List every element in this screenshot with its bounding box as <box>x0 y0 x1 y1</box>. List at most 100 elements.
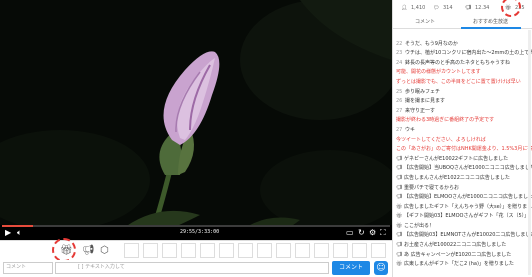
comment-row[interactable]: この「あさがお」のご寄付はNHK開運金より、1.5%3月に寄付 <box>393 145 532 155</box>
fullscreen-icon[interactable]: ⛶ <box>380 228 386 238</box>
comment-row[interactable]: 🎁︎ 広告しましたギフト「えんちゃう野（大se）」を贈りました <box>393 203 532 213</box>
comment-text: お土産さんがE100022ニコニコ広告しました <box>404 242 507 249</box>
comment-text: 可能、開花の様態がカウントしてます <box>396 69 481 76</box>
comment-row[interactable]: 26 撮を撮まに見ます <box>393 97 532 107</box>
comment-number: 25 <box>396 88 403 95</box>
comment-text: ウチは、植が10コンクリに宿内出た～2mmの土の上で育て <box>405 50 532 57</box>
megaphone-icon[interactable]: 📢︎ <box>82 245 95 257</box>
megaphone-icon: 📢︎ <box>396 232 403 239</box>
item-slot[interactable] <box>181 243 196 258</box>
comment-text: ゲネピーさんがE10022ギフトに広告しました <box>404 155 509 162</box>
comment-text: 来守り正一す <box>405 107 436 114</box>
gift-icon: 🎁︎ <box>396 213 403 220</box>
reload-icon[interactable]: ↻ <box>358 228 365 238</box>
comment-row[interactable]: 22 そうだ、もう9月なのか <box>393 40 532 50</box>
comment-row[interactable]: 27 ウキ <box>393 126 532 136</box>
item-slot[interactable] <box>200 243 215 258</box>
comment-text: ずっとは撮影でも、この半目をどこに置て置けけば早い <box>396 78 521 85</box>
comment-row[interactable]: 今ツイートしてください、よろしければ <box>393 136 532 146</box>
comment-text: そうだ、もう9月なのか <box>405 40 458 47</box>
item-slot[interactable] <box>314 243 329 258</box>
comment-row[interactable]: 📢︎ 【広告開始03】ELMNOTさんがE10020二コ広告しました <box>393 231 532 241</box>
megaphone-icon: 📢︎ <box>396 155 403 162</box>
comment-text: 今ツイートしてください、よろしければ <box>396 136 486 143</box>
comment-number: 22 <box>396 40 403 47</box>
item-slot[interactable] <box>162 243 177 258</box>
item-slot[interactable] <box>219 243 234 258</box>
video-player[interactable]: ▶ 🔈︎ 29:55/3:33:00 ▭ ↻ ⚙ ⛶ <box>0 0 392 240</box>
comment-input[interactable]: [ ] テキスト入力して <box>55 262 329 274</box>
comment-row[interactable]: 📢︎ ゲネピーさんがE10022ギフトに広告しました <box>393 155 532 165</box>
gift-icon: 🎁︎ <box>396 222 403 229</box>
comment-row[interactable]: 23 ウチは、植が10コンクリに宿内出た～2mmの土の上で育て <box>393 49 532 59</box>
comment-row[interactable]: 25 歩り眠みフェチ <box>393 88 532 98</box>
tab-recommended[interactable]: おすすめ生放送 <box>473 18 508 25</box>
comment-number: 26 <box>396 98 403 105</box>
item-slot[interactable] <box>238 243 253 258</box>
comment-toggle-icon[interactable]: ▭ <box>346 228 354 238</box>
app-window: ▶ 🔈︎ 29:55/3:33:00 ▭ ↻ ⚙ ⛶ 🎁︎ 📢︎ ⬡ コメント … <box>0 0 532 277</box>
comment-row[interactable]: 可能、開花の様態がカウントしてます <box>393 68 532 78</box>
gift-icon: 🎁︎ <box>396 203 403 210</box>
comment-row[interactable]: ずっとは撮影でも、この半目をどこに置て置けけば早い <box>393 78 532 88</box>
item-slot[interactable] <box>276 243 291 258</box>
video-frame-flower <box>0 0 392 240</box>
comment-row[interactable] <box>393 30 532 40</box>
item-slot[interactable] <box>143 243 158 258</box>
item-slot[interactable] <box>352 243 367 258</box>
item-slot[interactable] <box>257 243 272 258</box>
comment-number: 27 <box>396 126 403 133</box>
megaphone-icon: 📢︎ <box>396 194 403 201</box>
comment-row[interactable]: 🎁︎ 広東しまんがギフト「だこ2 (ha)」を贈りました <box>393 260 532 270</box>
comment-input-bar: コメント [ ] テキスト入力して コメント ☺ <box>0 260 392 277</box>
comment-row[interactable]: 🎁︎ 【ギフト開始03】ELMOOさんがギフト「花（ス（5）」 <box>393 212 532 222</box>
comment-mode-field[interactable]: コメント <box>3 262 53 274</box>
seek-bar[interactable] <box>2 225 390 227</box>
box-icon[interactable]: ⬡ <box>100 245 109 257</box>
emoji-icon[interactable]: ☺ <box>374 261 388 275</box>
active-tab-indicator <box>461 27 521 29</box>
tab-comments[interactable]: コメント <box>415 18 435 25</box>
comment-number: 24 <box>396 59 403 66</box>
comment-row[interactable]: 27 来守り正一す <box>393 107 532 117</box>
comment-list: 22 そうだ、もう9月なのか 23 ウチは、植が10コンクリに宿内出た～2mmの土の上… <box>393 30 532 270</box>
comment-row[interactable]: 📢︎ お土産さんがE100022ニコニコ広告しました <box>393 241 532 251</box>
item-slot[interactable] <box>371 243 386 258</box>
time-display: 29:55/3:33:00 <box>180 229 220 235</box>
ad-points: 12.34 <box>475 5 490 11</box>
comment-row[interactable]: 📢︎ 重要パチで寝てるからお <box>393 184 532 194</box>
comment-text: あ 広告キャンペーンがE1020二コ広告しました <box>404 251 512 258</box>
play-icon[interactable]: ▶ <box>5 228 11 238</box>
comment-scrollbar[interactable] <box>528 30 531 275</box>
viewers-count: 1,410 <box>411 5 426 11</box>
viewers-icon: 👤︎ <box>401 5 408 11</box>
comment-text: 広東しまんがギフト「だこ2 (ha)」を贈りました <box>404 261 514 268</box>
comment-row[interactable]: 📢︎ 【広告開始】ELMOOさんがE1000ニコニコ広告しました <box>393 193 532 203</box>
comment-text: 重要パチで寝てるからお <box>404 184 460 191</box>
gift-highlight-circle <box>52 238 76 262</box>
comment-text: ここが出る！ <box>404 222 435 229</box>
item-slot[interactable] <box>333 243 348 258</box>
settings-icon[interactable]: ⚙ <box>369 228 376 238</box>
comment-row[interactable]: 📢︎ 【広告開始】当UBOQさんがE1000ニコニコ広告しました <box>393 164 532 174</box>
megaphone-icon: 📢︎ <box>396 165 403 172</box>
comment-row[interactable]: 📢︎ あ 広告キャンペーンがE1020二コ広告しました <box>393 251 532 261</box>
comment-row[interactable]: 撮影が終わる3時過ぎに番組終了の予定です <box>393 116 532 126</box>
comment-row[interactable]: 📢︎ 広告しまんさんがE1022ニコニコ広告しました <box>393 174 532 184</box>
comment-number: 27 <box>396 107 403 114</box>
comment-text: 撮影が終わる3時過ぎに番組終了の予定です <box>396 117 495 124</box>
comment-text: 撮を撮まに見ます <box>405 98 446 105</box>
comment-submit-button[interactable]: コメント <box>332 261 370 275</box>
comment-row[interactable]: 24 鉢長の長声等のと手高のたネタともちゃうすね <box>393 59 532 69</box>
comment-row[interactable]: 🎁︎ ここが出る！ <box>393 222 532 232</box>
comment-text: 【広告開始】ELMOOさんがE1000ニコニコ広告しました <box>404 194 532 201</box>
volume-icon[interactable]: 🔈︎ <box>17 228 22 238</box>
comment-text: 広告しましたギフト「えんちゃう野（大se）」を贈りました <box>404 203 532 210</box>
comment-text: ウキ <box>405 126 416 133</box>
comments-count: 314 <box>443 5 453 11</box>
comment-panel: 👤︎ 1,410 💬︎ 314 📢︎ 12.34 🎁︎ 235 コメント おすす… <box>392 0 532 277</box>
megaphone-icon: 📢︎ <box>396 184 403 191</box>
item-slot[interactable] <box>295 243 310 258</box>
item-slot[interactable] <box>124 243 139 258</box>
comment-text: 【ギフト開始03】ELMOOさんがギフト「花（ス（5）」 <box>404 213 530 220</box>
